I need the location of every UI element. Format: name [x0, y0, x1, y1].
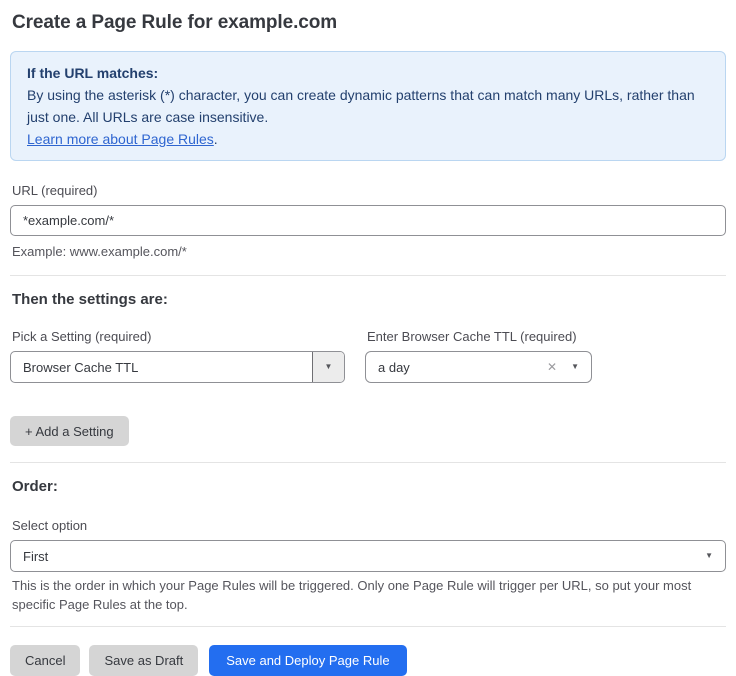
url-field-label: URL (required): [12, 183, 724, 198]
cancel-button[interactable]: Cancel: [10, 645, 80, 676]
ttl-label: Enter Browser Cache TTL (required): [367, 329, 590, 344]
ttl-value: a day: [366, 360, 547, 375]
ttl-field: Enter Browser Cache TTL (required) a day…: [365, 329, 592, 383]
divider: [10, 462, 726, 463]
order-select-value: First: [11, 549, 705, 564]
url-input[interactable]: [10, 205, 726, 236]
pick-setting-select[interactable]: Browser Cache TTL ▼: [10, 351, 345, 383]
pick-setting-label: Pick a Setting (required): [12, 329, 343, 344]
pick-setting-value: Browser Cache TTL: [11, 360, 312, 375]
learn-more-link[interactable]: Learn more about Page Rules: [27, 131, 214, 147]
save-as-draft-button[interactable]: Save as Draft: [89, 645, 198, 676]
divider: [10, 275, 726, 276]
footer-actions: Cancel Save as Draft Save and Deploy Pag…: [10, 645, 726, 676]
info-box-link-line: Learn more about Page Rules.: [27, 128, 709, 150]
chevron-down-icon: ▼: [325, 363, 333, 371]
settings-section-heading: Then the settings are:: [12, 291, 724, 308]
page-rule-form: Create a Page Rule for example.com If th…: [0, 0, 736, 676]
order-section-heading: Order:: [12, 478, 724, 495]
settings-row: Pick a Setting (required) Browser Cache …: [10, 329, 726, 383]
pick-setting-field: Pick a Setting (required) Browser Cache …: [10, 329, 345, 383]
save-and-deploy-button[interactable]: Save and Deploy Page Rule: [209, 645, 406, 676]
order-helper-text: This is the order in which your Page Rul…: [12, 576, 724, 614]
divider: [10, 626, 726, 627]
select-caret-box[interactable]: ▼: [312, 352, 344, 382]
order-select[interactable]: First ▼: [10, 540, 726, 572]
page-title: Create a Page Rule for example.com: [12, 12, 724, 34]
add-setting-button[interactable]: + Add a Setting: [10, 416, 129, 446]
link-suffix: .: [214, 131, 218, 147]
url-match-info-box: If the URL matches: By using the asteris…: [10, 51, 726, 161]
url-example-helper: Example: www.example.com/*: [12, 242, 724, 261]
clear-icon[interactable]: ✕: [547, 360, 557, 374]
chevron-down-icon[interactable]: ▼: [571, 363, 579, 371]
ttl-combobox[interactable]: a day ✕ ▼: [365, 351, 592, 383]
info-box-body: By using the asterisk (*) character, you…: [27, 84, 709, 128]
info-box-heading: If the URL matches:: [27, 62, 709, 84]
chevron-down-icon: ▼: [705, 552, 713, 560]
order-select-label: Select option: [12, 518, 724, 533]
